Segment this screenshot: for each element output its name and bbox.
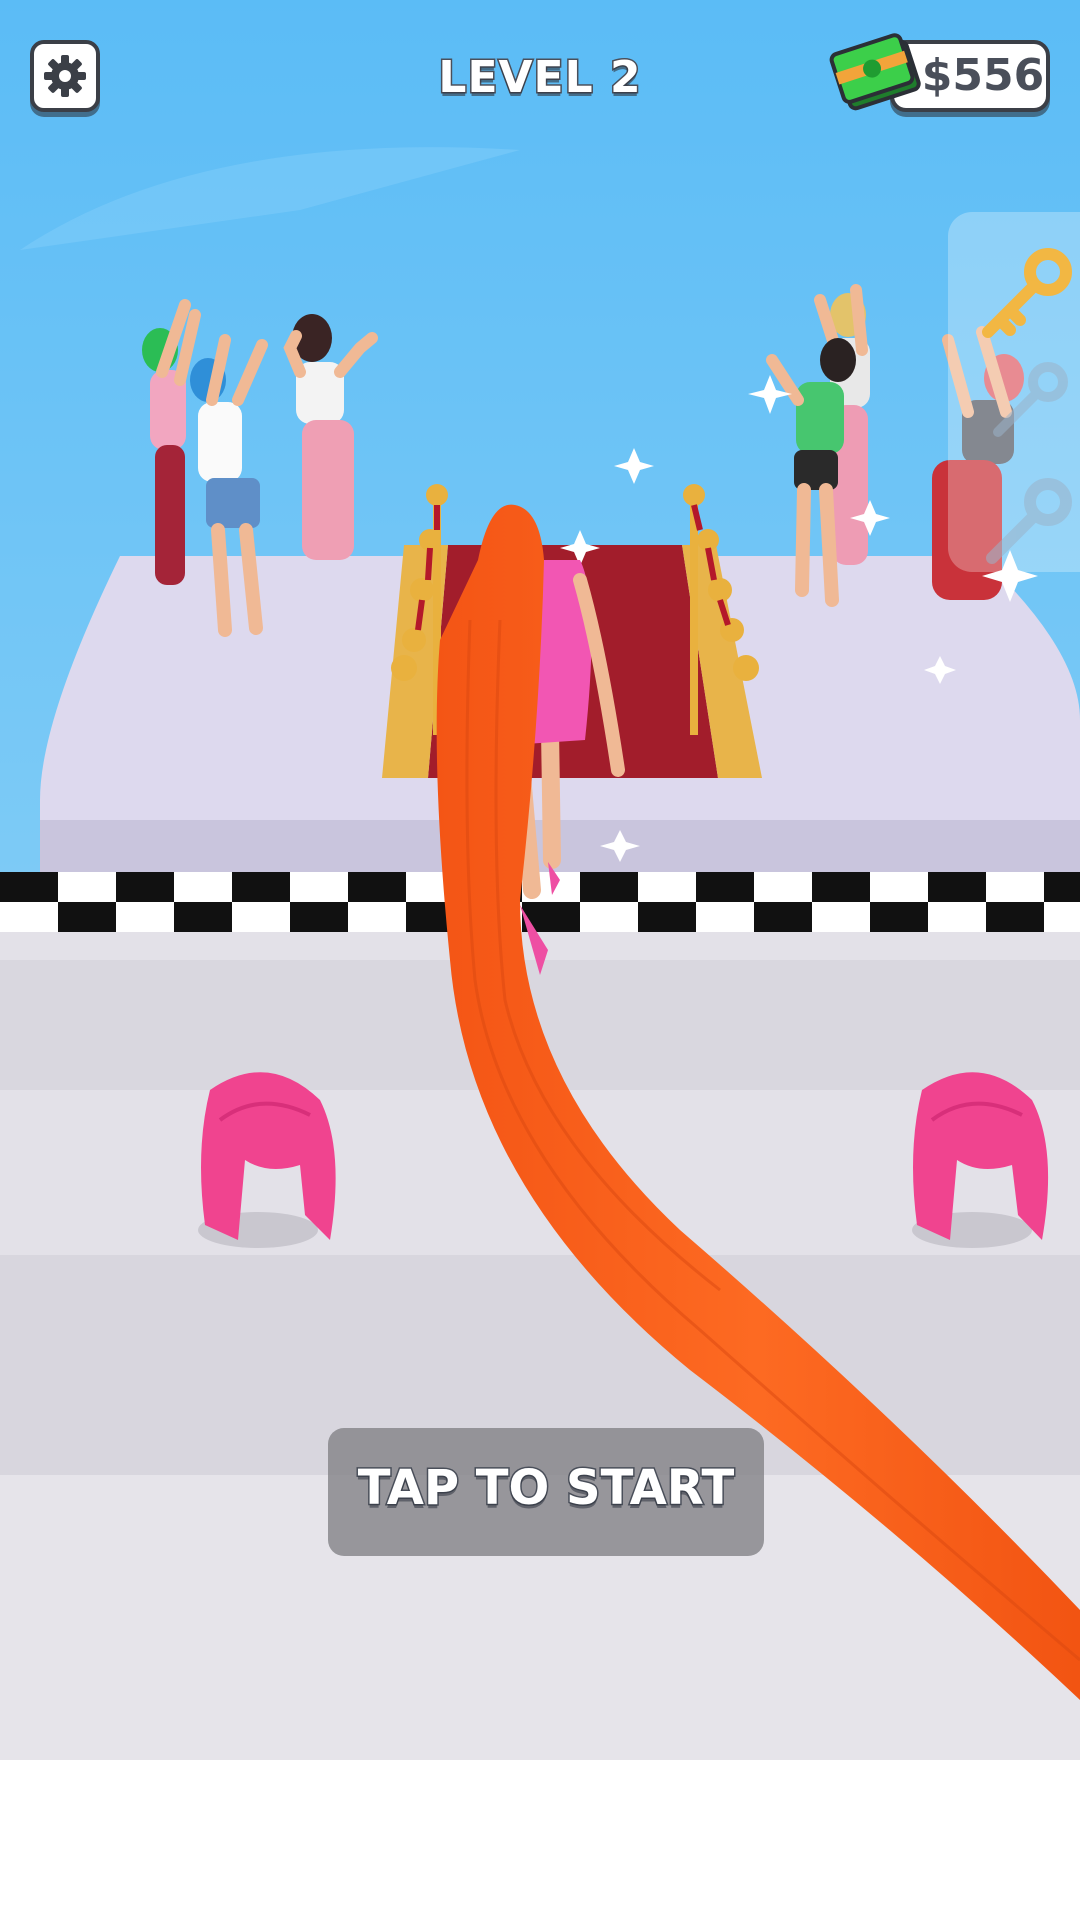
key-icon (982, 248, 1072, 338)
key-progress-panel (948, 212, 1080, 572)
tap-to-start-label: TAP TO START (356, 1459, 736, 1518)
cash-value: $556 (921, 50, 1045, 101)
wig-pickup-right (912, 1072, 1049, 1248)
wig-pickup-left (198, 1072, 336, 1248)
key-icon (993, 362, 1068, 437)
key-icon (986, 478, 1072, 564)
bottom-blank-area (0, 1760, 1080, 1920)
money-stack-icon (829, 33, 921, 111)
